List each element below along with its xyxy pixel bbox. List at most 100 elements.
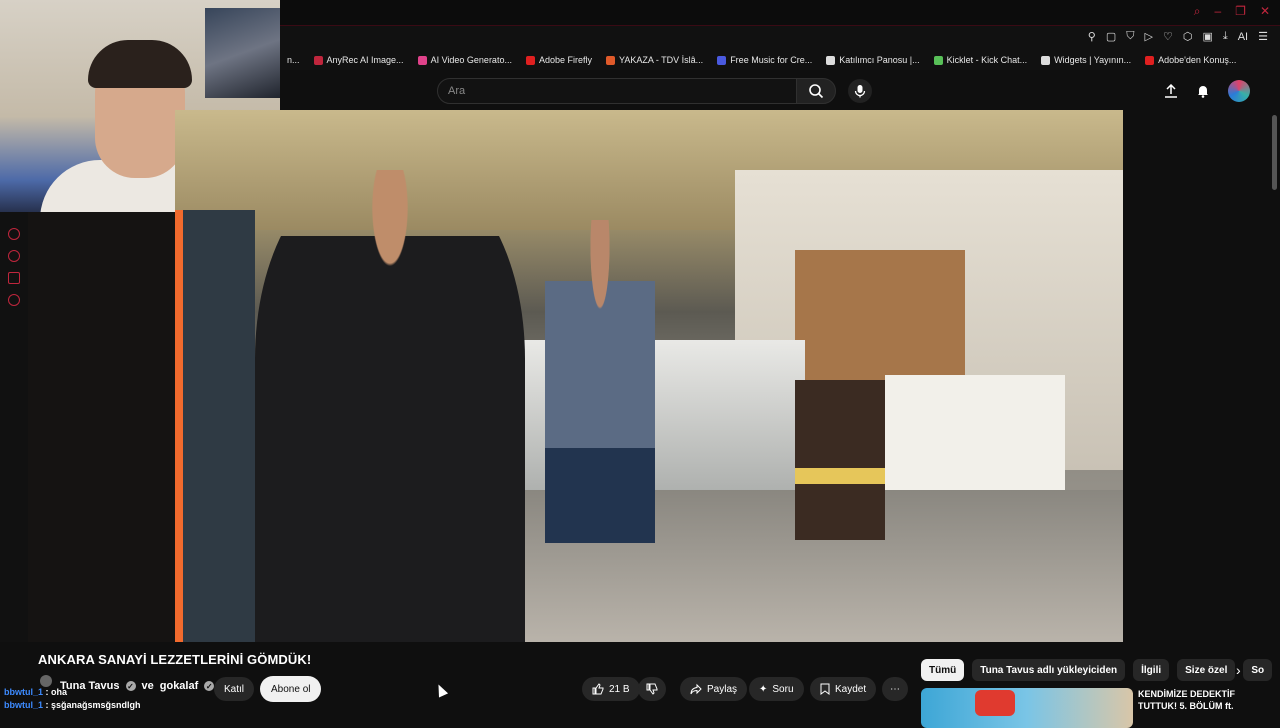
- bookmark-label: Free Music for Cre...: [730, 55, 813, 65]
- subscribe-button[interactable]: Abone ol: [260, 676, 322, 702]
- heart-icon[interactable]: ♡: [1163, 30, 1173, 43]
- recommendation-thumbnail[interactable]: [921, 688, 1133, 728]
- right-panel: [1123, 110, 1280, 642]
- chat-text: : şsğanağsmsğsndlgh: [43, 700, 141, 710]
- channel-connector: ve: [141, 680, 154, 692]
- share-button[interactable]: Paylaş: [680, 677, 748, 701]
- video-title: ANKARA SANAYİ LEZZETLERİNİ GÖMDÜK!: [38, 652, 312, 667]
- screenshot-icon[interactable]: ▢: [1106, 30, 1116, 43]
- record-icon[interactable]: [8, 228, 20, 240]
- chat-message: bbwtul_1 : şsğanağsmsğsndlgh: [4, 699, 141, 712]
- bookmark-favicon-icon: [1041, 55, 1051, 65]
- search-input[interactable]: Ara: [437, 78, 797, 104]
- minimize-icon[interactable]: –: [1214, 4, 1221, 19]
- image-ext-icon[interactable]: ▣: [1202, 30, 1212, 43]
- bookmark-label: Widgets | Yayının...: [1054, 55, 1132, 65]
- share-label: Paylaş: [707, 683, 738, 695]
- left-sidebar: [0, 212, 28, 642]
- bookmarks-bar: n... AnyRec AI Image... AI Video Generato…: [280, 50, 1280, 70]
- bookmark-item[interactable]: Kicklet - Kick Chat...: [927, 55, 1035, 65]
- bookmark-item[interactable]: AI Video Generato...: [411, 55, 519, 65]
- save-label: Kaydet: [835, 683, 867, 695]
- chat-username[interactable]: bbwtul_1: [4, 687, 43, 697]
- bookmark-label: Katılımcı Panosu |...: [839, 55, 920, 65]
- filter-chip[interactable]: So: [1243, 659, 1273, 681]
- pin-icon[interactable]: ⚲: [1088, 30, 1096, 43]
- bookmark-item[interactable]: YAKAZA - TDV İslâ...: [599, 55, 710, 65]
- restore-icon[interactable]: ❐: [1235, 4, 1246, 19]
- extension-icons: ⚲ ▢ ⛉ ▷ ♡ ⬡ ▣ ⤓ AI ☰: [1088, 30, 1268, 43]
- bookmark-favicon-icon: [525, 55, 535, 65]
- more-actions-button[interactable]: ⋯: [882, 677, 908, 701]
- bookmark-overflow[interactable]: n...: [280, 55, 307, 65]
- collab-channel-name[interactable]: gokalaf: [160, 680, 199, 692]
- chat-message: bbwtul_1 : oha: [4, 686, 141, 699]
- like-button[interactable]: 21 B: [582, 677, 640, 701]
- search-icon[interactable]: ⌕: [1194, 4, 1201, 19]
- video-player[interactable]: [175, 110, 1123, 642]
- bookmark-item[interactable]: Adobe Firefly: [519, 55, 599, 65]
- bookmark-label: Adobe Firefly: [538, 55, 592, 65]
- bookmark-icon: [820, 683, 830, 695]
- bookmark-label: YAKAZA - TDV İslâ...: [618, 55, 704, 65]
- page-scrollbar[interactable]: [1272, 115, 1277, 190]
- join-button[interactable]: Katıl: [214, 677, 255, 701]
- search-button[interactable]: [796, 78, 836, 104]
- menu-icon[interactable]: ☰: [1258, 30, 1268, 43]
- more-icon: ⋯: [890, 683, 900, 695]
- filter-chip[interactable]: İlgili: [1133, 659, 1170, 681]
- bookmark-label: AI Video Generato...: [430, 55, 512, 65]
- mouse-cursor: [433, 682, 449, 698]
- recommendation-title[interactable]: KENDİMİZE DEDEKTİF TUTTUK! 5. BÖLÜM ft.: [1138, 688, 1268, 712]
- bookmark-favicon-icon: [313, 55, 323, 65]
- header-right-actions: [1164, 80, 1250, 102]
- dislike-button[interactable]: [638, 677, 666, 701]
- bookmark-favicon-icon: [826, 55, 836, 65]
- scene-chair: [795, 380, 885, 540]
- share-icon: [690, 683, 702, 695]
- bookmark-item[interactable]: Free Music for Cre...: [710, 55, 819, 65]
- ask-button[interactable]: ✦ Soru: [749, 677, 804, 701]
- ai-extension-button[interactable]: AI: [1238, 31, 1248, 43]
- play-icon[interactable]: ▷: [1144, 30, 1152, 43]
- puzzle-icon[interactable]: ⬡: [1183, 30, 1193, 43]
- account-avatar[interactable]: [1228, 80, 1250, 102]
- recommendation-chips: Tümü Tuna Tavus adlı yükleyiciden İlgili Si…: [921, 659, 1273, 681]
- wall-poster: [205, 8, 280, 98]
- history-icon[interactable]: [8, 250, 20, 262]
- chips-next-icon[interactable]: ›: [1236, 662, 1241, 678]
- shield-icon[interactable]: ⛉: [1126, 30, 1134, 43]
- close-icon[interactable]: ✕: [1260, 4, 1270, 19]
- filter-chip[interactable]: Size özel: [1177, 659, 1236, 681]
- bookmark-favicon-icon: [1145, 55, 1155, 65]
- upload-icon[interactable]: [1164, 84, 1178, 98]
- bookmark-item[interactable]: Widgets | Yayının...: [1034, 55, 1138, 65]
- scene-person-black-shirt: [255, 170, 525, 642]
- thumbs-up-icon: [592, 683, 604, 695]
- notifications-bell-icon[interactable]: [1196, 84, 1210, 98]
- bookmark-item[interactable]: AnyRec AI Image...: [307, 55, 411, 65]
- microphone-icon: [854, 85, 866, 98]
- verified-badge-icon: ✓: [204, 681, 215, 691]
- window-controls: ⌕ – ❐ ✕: [1194, 4, 1270, 19]
- side-strip: [28, 212, 175, 642]
- download-icon[interactable]: ⤓: [1223, 30, 1228, 43]
- send-icon[interactable]: [8, 272, 20, 284]
- settings-gear-icon[interactable]: [8, 294, 20, 306]
- save-button[interactable]: Kaydet: [810, 677, 877, 701]
- scene-person-grey-shirt: [545, 220, 655, 600]
- bookmark-label: AnyRec AI Image...: [326, 55, 404, 65]
- filter-chip[interactable]: Tuna Tavus adlı yükleyiciden: [972, 659, 1126, 681]
- like-count: 21 B: [609, 683, 630, 695]
- bookmark-item[interactable]: Adobe'den Konuş...: [1138, 55, 1243, 65]
- sparkle-icon: ✦: [759, 683, 768, 695]
- thumbs-down-icon: [646, 683, 658, 695]
- filter-chip[interactable]: Tümü: [921, 659, 965, 681]
- bookmark-favicon-icon: [933, 55, 943, 65]
- bookmark-label: Adobe'den Konuş...: [1158, 55, 1237, 65]
- bookmark-item[interactable]: Katılımcı Panosu |...: [819, 55, 926, 65]
- streamer-hair: [88, 40, 192, 88]
- chat-text: : oha: [43, 687, 68, 697]
- voice-search-button[interactable]: [848, 79, 872, 103]
- chat-username[interactable]: bbwtul_1: [4, 700, 43, 710]
